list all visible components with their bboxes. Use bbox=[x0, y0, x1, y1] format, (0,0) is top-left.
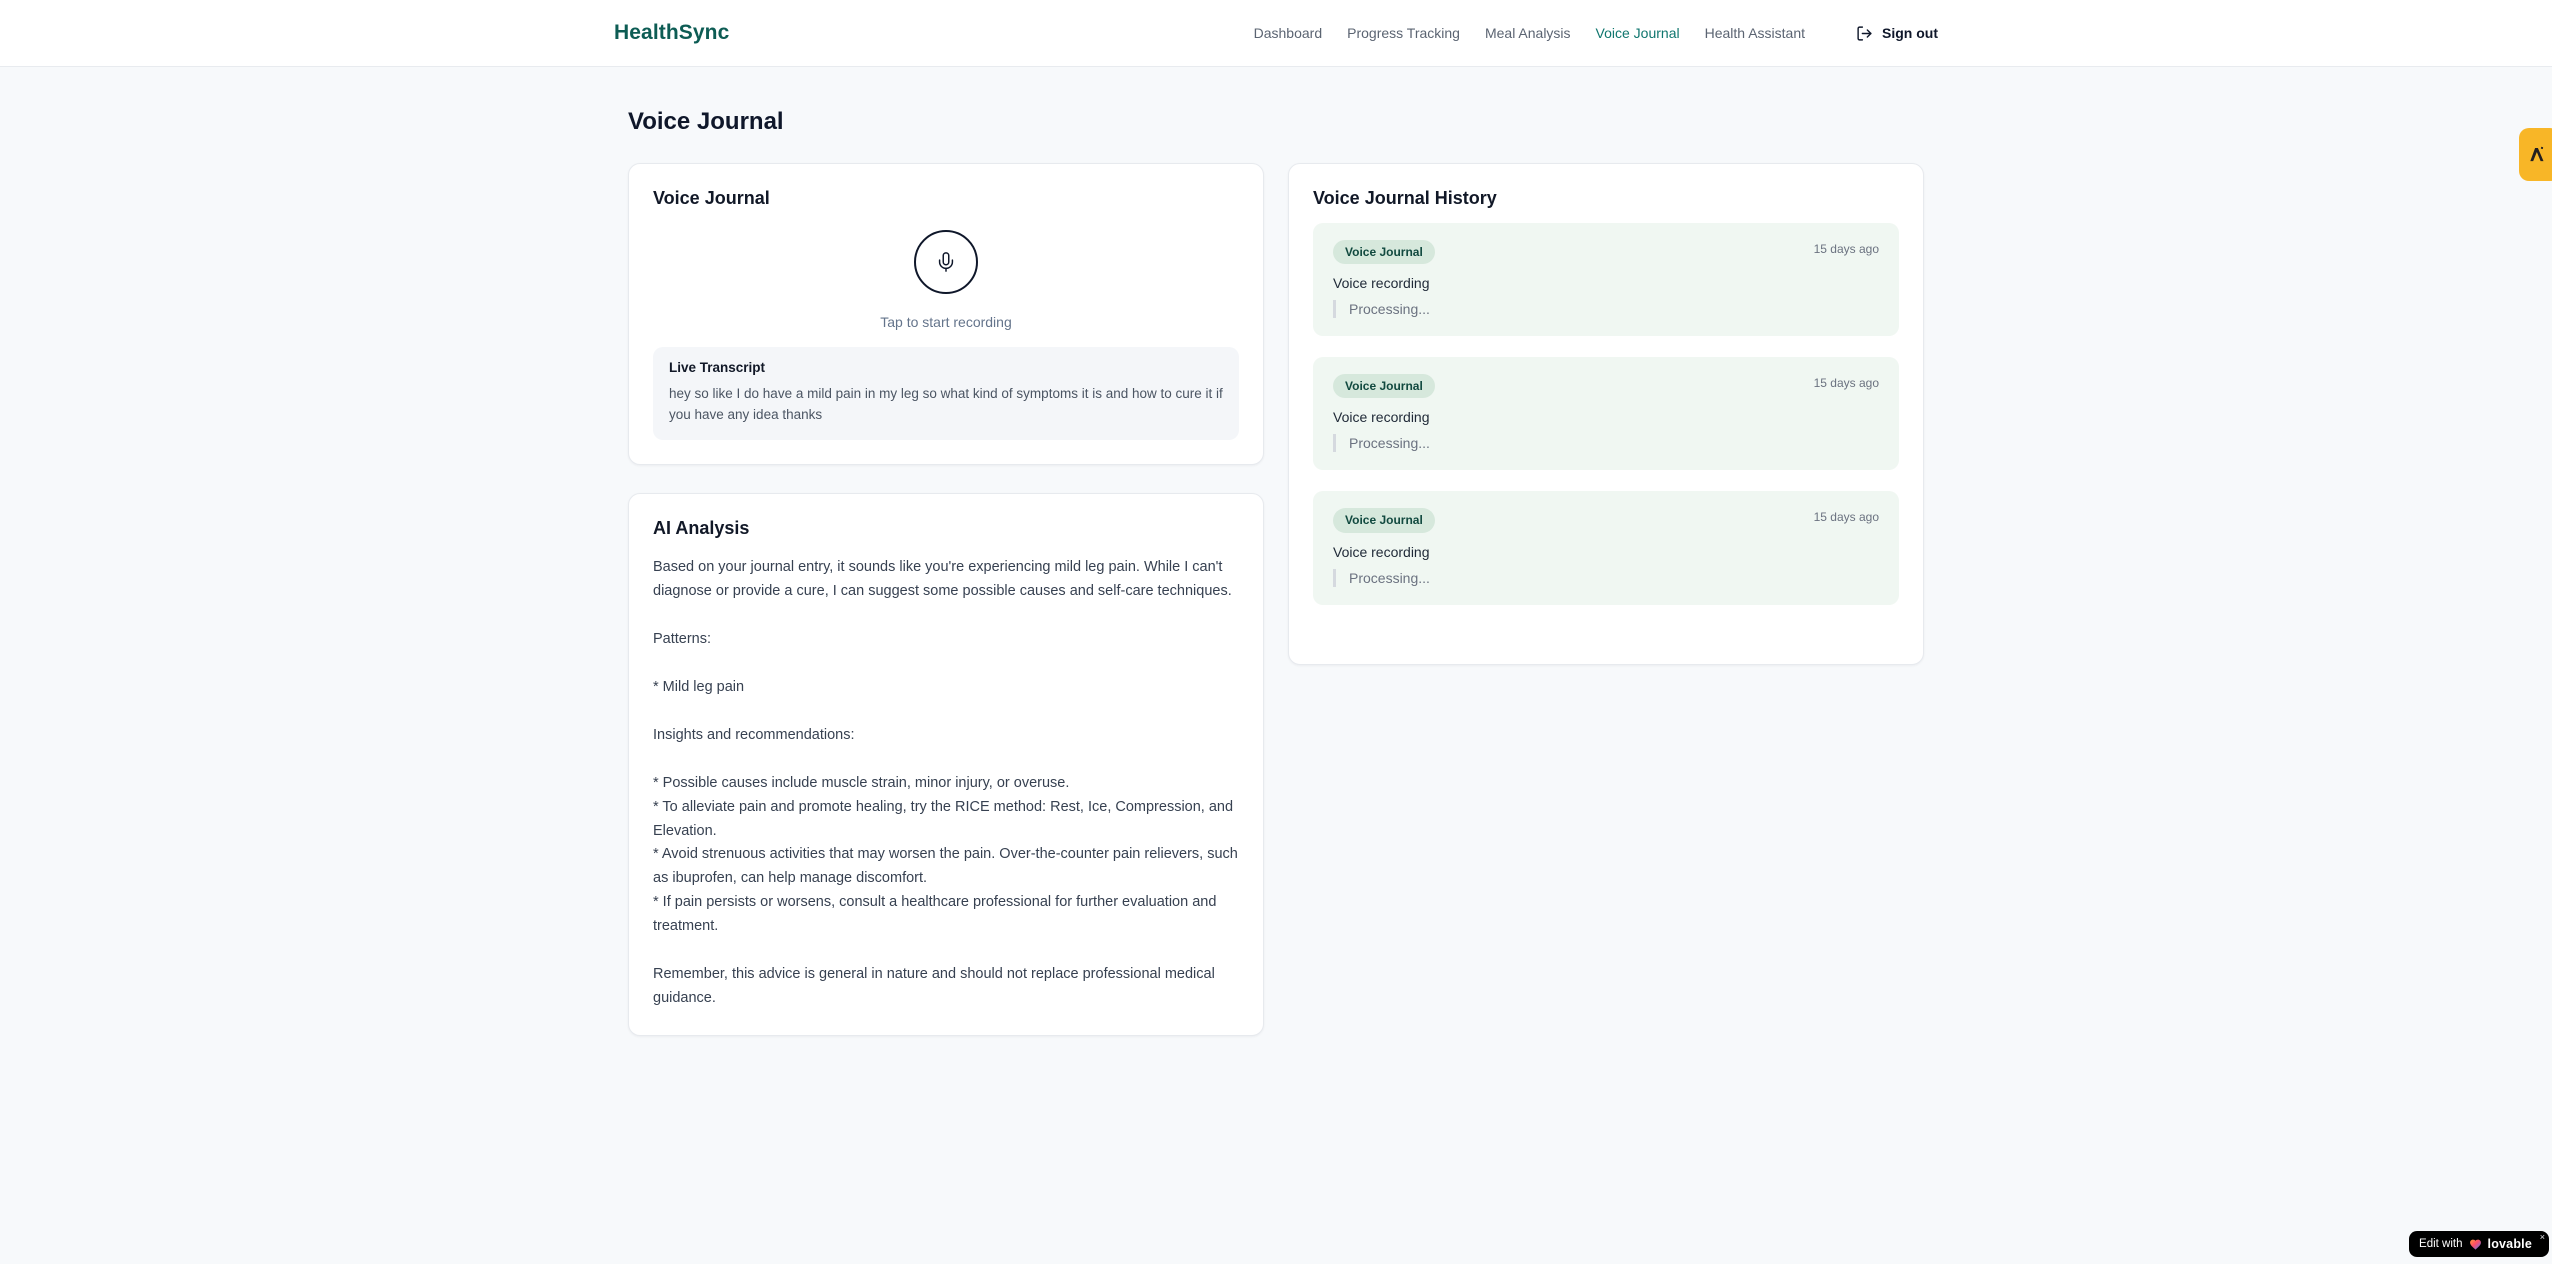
entry-status: Processing... bbox=[1333, 299, 1879, 318]
ai-analysis-title: AI Analysis bbox=[653, 517, 750, 538]
edit-badge-prefix: Edit with bbox=[2419, 1238, 2463, 1250]
live-transcript-box: Live Transcript hey so like I do have a … bbox=[653, 346, 1239, 440]
edit-badge-brand: lovable bbox=[2487, 1237, 2532, 1251]
voice-journal-card: Voice Journal Tap to start recording Liv… bbox=[628, 163, 1264, 465]
ai-analysis-body: Based on your journal entry, it sounds l… bbox=[653, 559, 1238, 1006]
entry-type-badge: Voice Journal bbox=[1333, 373, 1435, 399]
history-list: Voice Journal 15 days ago Voice recordin… bbox=[1313, 222, 1899, 605]
history-entry-head: Voice Journal 15 days ago bbox=[1333, 508, 1879, 533]
page-title: Voice Journal bbox=[628, 108, 784, 135]
lambda-a-icon bbox=[2526, 144, 2547, 165]
history-entry[interactable]: Voice Journal 15 days ago Voice recordin… bbox=[1313, 491, 1899, 605]
entry-status: Processing... bbox=[1333, 434, 1879, 453]
left-column: Voice Journal Tap to start recording Liv… bbox=[628, 163, 1264, 1036]
nav-item-meal-analysis[interactable]: Meal Analysis bbox=[1485, 25, 1571, 41]
voice-journal-history-card: Voice Journal History Voice Journal 15 d… bbox=[1288, 163, 1924, 665]
ai-analysis-card: AI Analysis Based on your journal entry,… bbox=[628, 492, 1264, 1036]
entry-type-badge: Voice Journal bbox=[1333, 508, 1435, 533]
voice-journal-card-title: Voice Journal bbox=[653, 188, 770, 208]
entry-timestamp: 15 days ago bbox=[1813, 241, 1879, 256]
history-card-title: Voice Journal History bbox=[1313, 188, 1497, 208]
log-out-icon bbox=[1856, 25, 1873, 42]
entry-label: Voice recording bbox=[1333, 274, 1430, 291]
nav-item-progress-tracking[interactable]: Progress Tracking bbox=[1347, 25, 1460, 41]
recorder-area: Tap to start recording bbox=[653, 229, 1239, 330]
content-grid: Voice Journal Tap to start recording Liv… bbox=[628, 163, 1924, 1036]
record-button[interactable] bbox=[914, 229, 978, 294]
history-entry[interactable]: Voice Journal 15 days ago Voice recordin… bbox=[1313, 356, 1899, 471]
nav-item-dashboard[interactable]: Dashboard bbox=[1254, 25, 1323, 41]
live-transcript-text: hey so like I do have a mild pain in my … bbox=[669, 385, 1223, 423]
sign-out-button[interactable]: Sign out bbox=[1856, 25, 1938, 42]
entry-timestamp: 15 days ago bbox=[1813, 375, 1879, 390]
close-icon[interactable]: × bbox=[2540, 1232, 2545, 1242]
history-entry-head: Voice Journal 15 days ago bbox=[1333, 373, 1879, 399]
history-entry-head: Voice Journal 15 days ago bbox=[1333, 239, 1879, 264]
tap-to-record-hint: Tap to start recording bbox=[880, 313, 1012, 330]
app-header: HealthSync Dashboard Progress Tracking M… bbox=[0, 0, 2552, 67]
entry-label: Voice recording bbox=[1333, 543, 1430, 560]
nav-item-health-assistant[interactable]: Health Assistant bbox=[1705, 25, 1805, 41]
live-transcript-label: Live Transcript bbox=[669, 359, 766, 375]
entry-type-badge: Voice Journal bbox=[1333, 239, 1435, 264]
entry-label: Voice recording bbox=[1333, 409, 1430, 426]
app-logo[interactable]: HealthSync bbox=[614, 21, 729, 45]
gradient-heart-icon bbox=[2469, 1238, 2482, 1251]
main-content: Voice Journal Voice Journal Tap to start… bbox=[628, 67, 1924, 1036]
entry-timestamp: 15 days ago bbox=[1813, 510, 1879, 525]
browser-extension-tab[interactable] bbox=[2519, 128, 2552, 181]
header-inner: HealthSync Dashboard Progress Tracking M… bbox=[614, 21, 1938, 45]
edit-with-lovable-badge[interactable]: Edit with lovable × bbox=[2409, 1231, 2549, 1257]
nav-item-voice-journal[interactable]: Voice Journal bbox=[1596, 25, 1680, 41]
main-nav: Dashboard Progress Tracking Meal Analysi… bbox=[1254, 25, 1938, 42]
microphone-icon bbox=[935, 251, 957, 273]
entry-status: Processing... bbox=[1333, 568, 1879, 587]
history-entry[interactable]: Voice Journal 15 days ago Voice recordin… bbox=[1313, 222, 1899, 336]
sign-out-label: Sign out bbox=[1882, 25, 1938, 41]
